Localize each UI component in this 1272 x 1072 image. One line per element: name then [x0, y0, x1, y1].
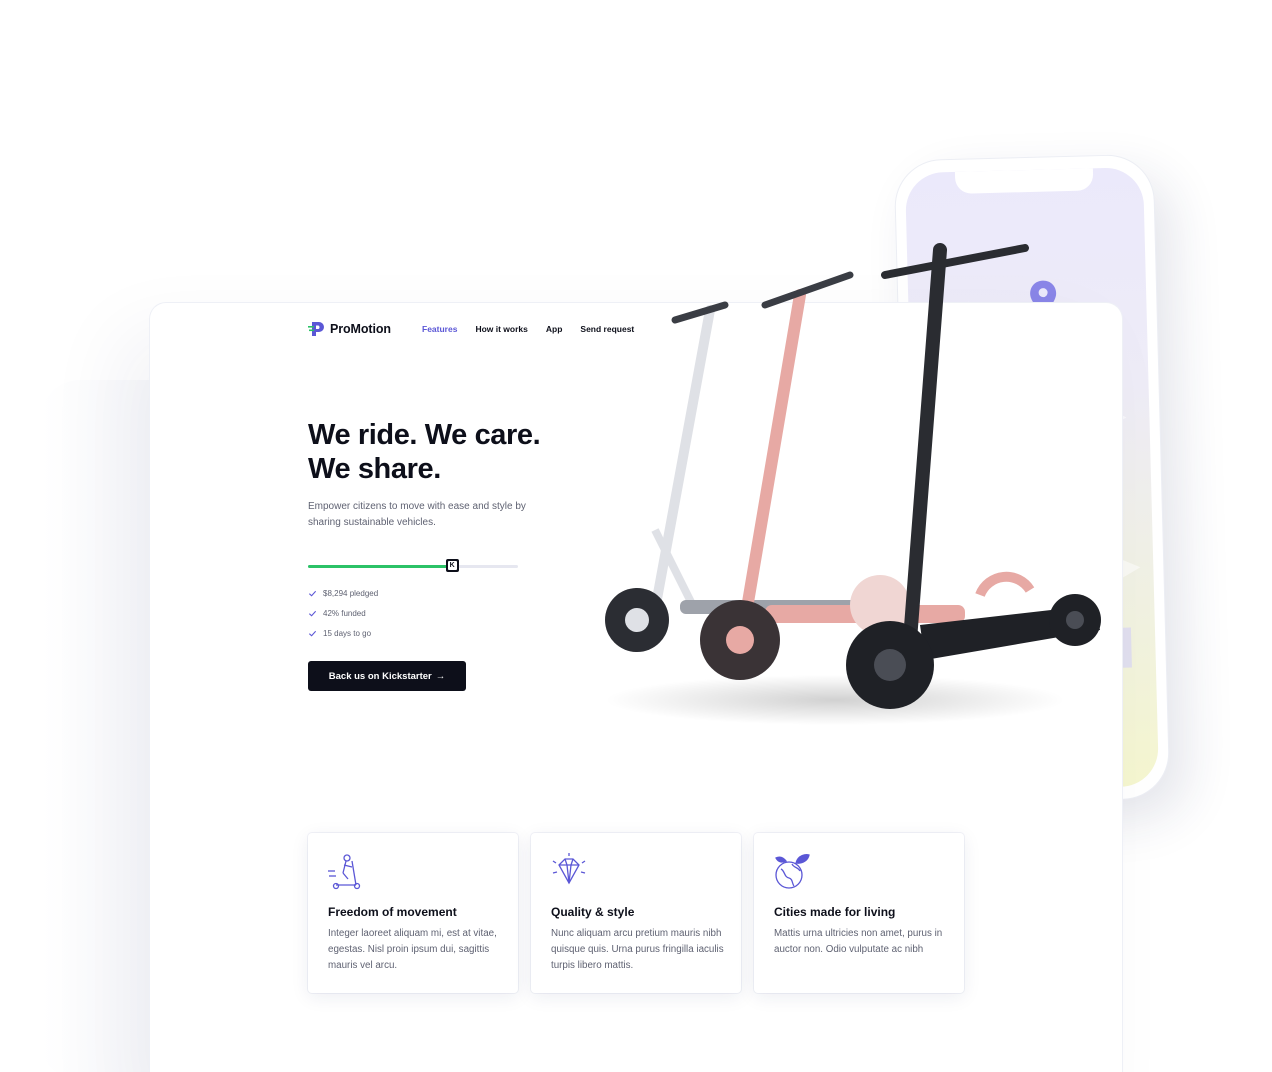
kickstarter-cta-button[interactable]: Back us on Kickstarter → — [308, 661, 466, 691]
feature-card-cities: Cities made for living Mattis urna ultri… — [754, 833, 964, 993]
globe-leaves-icon — [775, 854, 810, 889]
stat-funded: 42% funded — [308, 603, 378, 623]
funding-stats: $8,294 pledged 42% funded 15 days to go — [308, 583, 378, 643]
nav-how-it-works[interactable]: How it works — [475, 324, 527, 334]
funding-progress-fill — [308, 565, 447, 568]
check-icon — [308, 630, 317, 637]
stat-pledged: $8,294 pledged — [308, 583, 378, 603]
diamond-icon — [552, 853, 586, 885]
kickstarter-icon: K — [445, 559, 459, 572]
hero-title: We ride. We care. We share. — [308, 418, 541, 486]
arrow-right-icon: → — [435, 670, 446, 682]
nav-app[interactable]: App — [546, 324, 563, 334]
feature-title: Freedom of movement — [328, 905, 457, 919]
hero-title-line1: We ride. We care. — [308, 419, 541, 451]
feature-body: Mattis urna ultricies non amet, purus in… — [774, 928, 943, 955]
check-icon — [308, 610, 317, 617]
scooters-illustration — [605, 243, 1101, 725]
logo[interactable]: ProMotion — [308, 320, 391, 338]
scooter-rider-icon — [328, 854, 361, 890]
feature-body: Integer laoreet aliquam mi, est at vitae… — [328, 928, 497, 971]
cta-label: Back us on Kickstarter — [328, 670, 432, 682]
feature-body: Nunc aliquam arcu pretium mauris nibh qu… — [551, 928, 724, 971]
hero-title-line2: We share. — [308, 453, 441, 485]
brand-name: ProMotion — [330, 322, 391, 336]
feature-card-quality: Quality & style Nunc aliquam arcu pretiu… — [531, 833, 741, 993]
stat-days-left: 15 days to go — [308, 623, 378, 643]
phone-notch — [954, 166, 1094, 194]
check-icon — [308, 590, 317, 597]
feature-title: Cities made for living — [774, 905, 896, 919]
hero-subtitle: Empower citizens to move with ease and s… — [308, 501, 526, 528]
feature-title: Quality & style — [551, 905, 635, 919]
funding-progress-bar — [308, 565, 518, 568]
feature-card-freedom: Freedom of movement Integer laoreet aliq… — [308, 833, 518, 993]
black-scooter — [846, 243, 1101, 709]
nav-features[interactable]: Features — [422, 324, 457, 334]
promotion-logo-icon — [308, 322, 324, 336]
